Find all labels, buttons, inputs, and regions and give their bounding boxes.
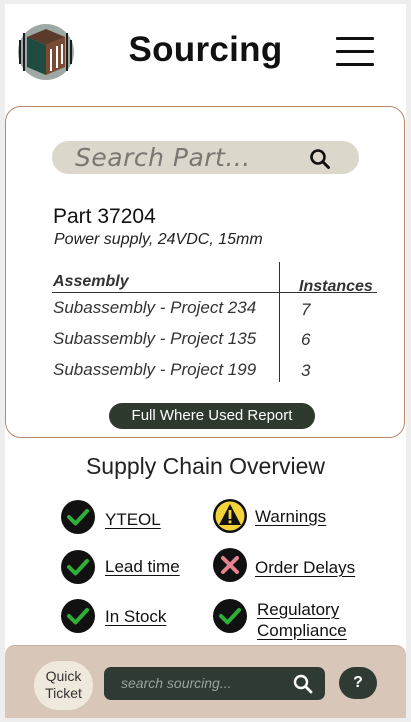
quick-ticket-label-line1: Quick (45, 668, 82, 684)
table-row-assembly: Subassembly - Project 135 (53, 329, 257, 348)
part-number: Part 37204 (53, 205, 156, 228)
full-where-used-report-button[interactable]: Full Where Used Report (109, 403, 315, 429)
search-icon[interactable] (293, 674, 313, 694)
in-stock-link[interactable]: In Stock (105, 607, 166, 627)
check-icon (60, 499, 96, 535)
yteol-link[interactable]: YTEOL (105, 510, 161, 530)
sourcing-screen: Sourcing Search Part... Part 37204 Power… (5, 4, 406, 718)
search-placeholder: Search Part... (75, 143, 251, 172)
part-search-input[interactable]: Search Part... (52, 141, 359, 174)
sourcing-search-placeholder: search sourcing... (121, 675, 232, 691)
warning-icon (212, 498, 248, 534)
check-icon (60, 549, 96, 585)
x-icon (212, 547, 248, 583)
lead-time-link[interactable]: Lead time (105, 557, 180, 577)
check-icon (212, 598, 248, 634)
table-column-divider (279, 262, 280, 382)
warnings-link[interactable]: Warnings (255, 507, 326, 527)
sourcing-search-input[interactable]: search sourcing... (104, 667, 325, 700)
help-button[interactable]: ? (339, 667, 377, 699)
part-card: Search Part... Part 37204 Power supply, … (5, 106, 405, 438)
part-description: Power supply, 24VDC, 15mm (54, 231, 263, 248)
check-icon (60, 598, 96, 634)
quick-ticket-label-line2: Ticket (45, 685, 82, 701)
table-row-instances: 7 (301, 300, 311, 319)
table-row-assembly: Subassembly - Project 199 (53, 360, 257, 379)
quick-ticket-button[interactable]: Quick Ticket (34, 661, 93, 710)
supply-chain-title: Supply Chain Overview (85, 453, 326, 479)
table-row-instances: 3 (301, 361, 311, 380)
instances-column-header: Instances (299, 278, 373, 295)
regulatory-compliance-link[interactable]: Regulatory (257, 600, 339, 620)
order-delays-link[interactable]: Order Delays (255, 558, 355, 578)
bottom-bar: Quick Ticket search sourcing... ? (5, 645, 406, 718)
regulatory-compliance-link-line2[interactable]: Compliance (257, 621, 347, 641)
hamburger-menu-icon[interactable] (336, 37, 374, 69)
search-icon[interactable] (309, 148, 331, 170)
table-row-instances: 6 (301, 330, 311, 349)
assembly-column-header: Assembly (53, 273, 129, 290)
table-row-assembly: Subassembly - Project 234 (53, 298, 257, 317)
table-header-divider (52, 292, 377, 293)
